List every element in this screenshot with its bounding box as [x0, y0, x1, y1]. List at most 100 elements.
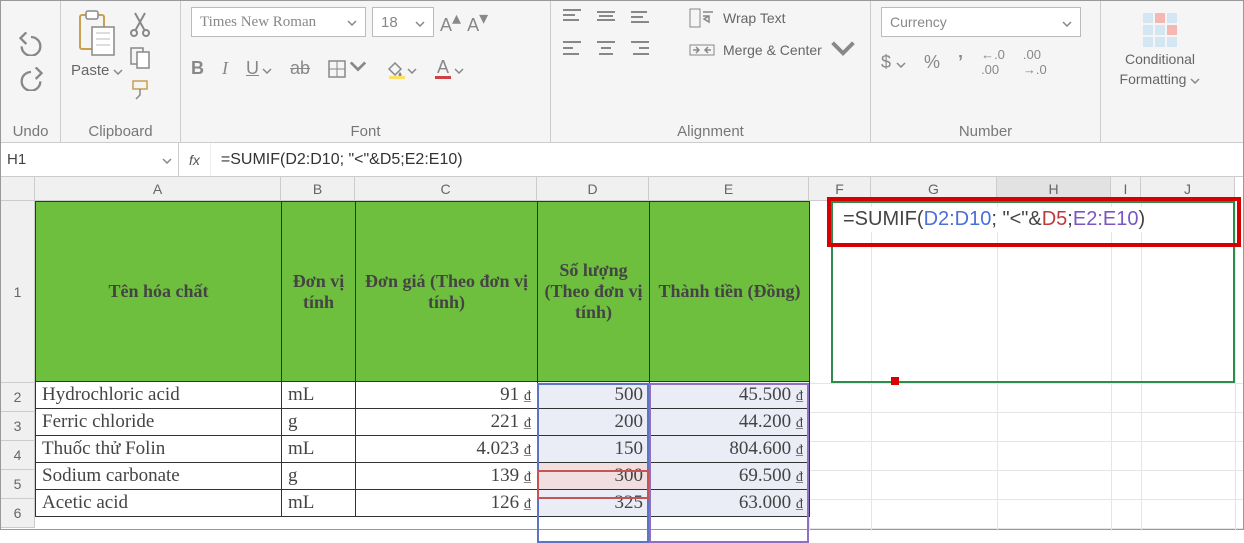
increase-decimal-button[interactable]: ←.0.00 [981, 47, 1005, 77]
align-left-icon[interactable] [561, 39, 583, 60]
header-a[interactable]: Tên hóa chất [36, 202, 282, 382]
header-d[interactable]: Số lượng (Theo đơn vị tính) [538, 202, 650, 382]
undo-group-label: Undo [11, 119, 50, 140]
cell-d6[interactable]: 325 [538, 490, 650, 517]
cell-b5[interactable]: g [282, 463, 356, 490]
header-c[interactable]: Đơn giá (Theo đơn vị tính) [356, 202, 538, 382]
col-header-e[interactable]: E [649, 177, 809, 201]
row-header-4[interactable]: 4 [1, 441, 35, 470]
cell-e5[interactable]: 69.500 ₫ [650, 463, 810, 490]
number-format-select[interactable]: Currency [881, 7, 1081, 37]
table-row: Hydrochloric acid mL 91 ₫ 500 45.500 ₫ [36, 382, 810, 409]
copy-icon[interactable] [129, 46, 151, 73]
cell-c4[interactable]: 4.023 ₫ [356, 436, 538, 463]
fx-label[interactable]: fx [179, 143, 211, 176]
name-box[interactable]: H1 [1, 143, 179, 176]
col-header-d[interactable]: D [537, 177, 649, 201]
cell-e4[interactable]: 804.600 ₫ [650, 436, 810, 463]
cell-c6[interactable]: 126 ₫ [356, 490, 538, 517]
merge-center-label: Merge & Center [723, 42, 822, 58]
col-header-a[interactable]: A [35, 177, 281, 201]
cell-formula-display[interactable]: =SUMIF(D2:D10; "<"&D5;E2:E10) [841, 207, 1147, 232]
align-middle-icon[interactable] [595, 7, 617, 28]
cell-d5[interactable]: 300 [538, 463, 650, 490]
bold-button[interactable]: B [191, 58, 204, 79]
fill-color-button[interactable] [385, 58, 417, 79]
cell-a4[interactable]: Thuốc thử Folin [36, 436, 282, 463]
alignment-group: Wrap Text Merge & Center Alignment [551, 1, 871, 142]
conditional-formatting-button[interactable]: Conditional Formatting [1111, 7, 1209, 87]
cell-b6[interactable]: mL [282, 490, 356, 517]
header-b[interactable]: Đơn vị tính [282, 202, 356, 382]
increase-font-button[interactable]: A▴ [440, 8, 461, 36]
col-header-h[interactable]: H [997, 177, 1111, 201]
cell-a6[interactable]: Acetic acid [36, 490, 282, 517]
percent-button[interactable]: % [924, 52, 940, 73]
table-row: Sodium carbonate g 139 ₫ 300 69.500 ₫ [36, 463, 810, 490]
cell-e6[interactable]: 63.000 ₫ [650, 490, 810, 517]
borders-button[interactable] [328, 57, 367, 80]
cell-b3[interactable]: g [282, 409, 356, 436]
cell-e2[interactable]: 45.500 ₫ [650, 382, 810, 409]
comma-button[interactable]: ’ [958, 52, 963, 73]
align-center-icon[interactable] [595, 39, 617, 60]
align-top-icon[interactable] [561, 7, 583, 28]
col-header-c[interactable]: C [355, 177, 537, 201]
align-bottom-icon[interactable] [629, 7, 651, 28]
decrease-decimal-button[interactable]: .00→.0 [1023, 47, 1047, 77]
col-header-b[interactable]: B [281, 177, 355, 201]
italic-button[interactable]: I [222, 58, 228, 79]
chevron-down-icon [162, 151, 172, 168]
undo-icon[interactable] [17, 32, 45, 59]
paste-button[interactable]: Paste [71, 7, 123, 79]
undo-group: Undo [1, 1, 61, 142]
wrap-text-button[interactable]: Wrap Text [689, 8, 786, 28]
col-header-j[interactable]: J [1141, 177, 1235, 201]
underline-button[interactable]: U [246, 58, 272, 79]
row-header-6[interactable]: 6 [1, 499, 35, 528]
align-right-icon[interactable] [629, 39, 651, 60]
redo-icon[interactable] [17, 67, 45, 94]
font-name-select[interactable]: Times New Roman [191, 7, 366, 37]
cell-c5[interactable]: 139 ₫ [356, 463, 538, 490]
cell-a2[interactable]: Hydrochloric acid [36, 382, 282, 409]
cell-d4[interactable]: 150 [538, 436, 650, 463]
row-header-3[interactable]: 3 [1, 412, 35, 441]
cell-a5[interactable]: Sodium carbonate [36, 463, 282, 490]
formula-bar: H1 fx =SUMIF(D2:D10; "<"&D5;E2:E10) [1, 143, 1243, 177]
decrease-font-button[interactable]: A▾ [467, 8, 488, 36]
col-header-i[interactable]: I [1111, 177, 1141, 201]
format-painter-icon[interactable] [129, 79, 151, 104]
cell-a3[interactable]: Ferric chloride [36, 409, 282, 436]
table-row: Acetic acid mL 126 ₫ 325 63.000 ₫ [36, 490, 810, 517]
col-header-g[interactable]: G [871, 177, 997, 201]
cell-d2[interactable]: 500 [538, 382, 650, 409]
merge-center-button[interactable]: Merge & Center [689, 38, 856, 61]
currency-button[interactable]: $ [881, 52, 906, 73]
chevron-down-icon [1062, 14, 1072, 30]
conditional-formatting-icon [1143, 13, 1177, 47]
comment-indicator [891, 377, 899, 385]
col-header-f[interactable]: F [809, 177, 871, 201]
header-e[interactable]: Thành tiền (Đồng) [650, 202, 810, 382]
cell-d3[interactable]: 200 [538, 409, 650, 436]
font-color-button[interactable]: A [435, 58, 464, 79]
select-all-corner[interactable] [1, 177, 35, 201]
formula-input[interactable]: =SUMIF(D2:D10; "<"&D5;E2:E10) [211, 151, 1243, 169]
number-group: Currency $ % ’ ←.0.00 .00→.0 Number [871, 1, 1101, 142]
cell-e3[interactable]: 44.200 ₫ [650, 409, 810, 436]
row-header-2[interactable]: 2 [1, 383, 35, 412]
cell-b4[interactable]: mL [282, 436, 356, 463]
font-size-select[interactable]: 18 [372, 7, 434, 37]
chevron-down-icon [113, 62, 123, 79]
cell-b2[interactable]: mL [282, 382, 356, 409]
row-header-1[interactable]: 1 [1, 201, 35, 383]
cut-icon[interactable] [129, 11, 151, 40]
alignment-group-label: Alignment [561, 119, 860, 140]
cell-c2[interactable]: 91 ₫ [356, 382, 538, 409]
number-group-label: Number [881, 119, 1090, 140]
row-header-5[interactable]: 5 [1, 470, 35, 499]
cell-c3[interactable]: 221 ₫ [356, 409, 538, 436]
chevron-down-icon [347, 14, 357, 31]
strikethrough-button[interactable]: ab [290, 58, 310, 79]
